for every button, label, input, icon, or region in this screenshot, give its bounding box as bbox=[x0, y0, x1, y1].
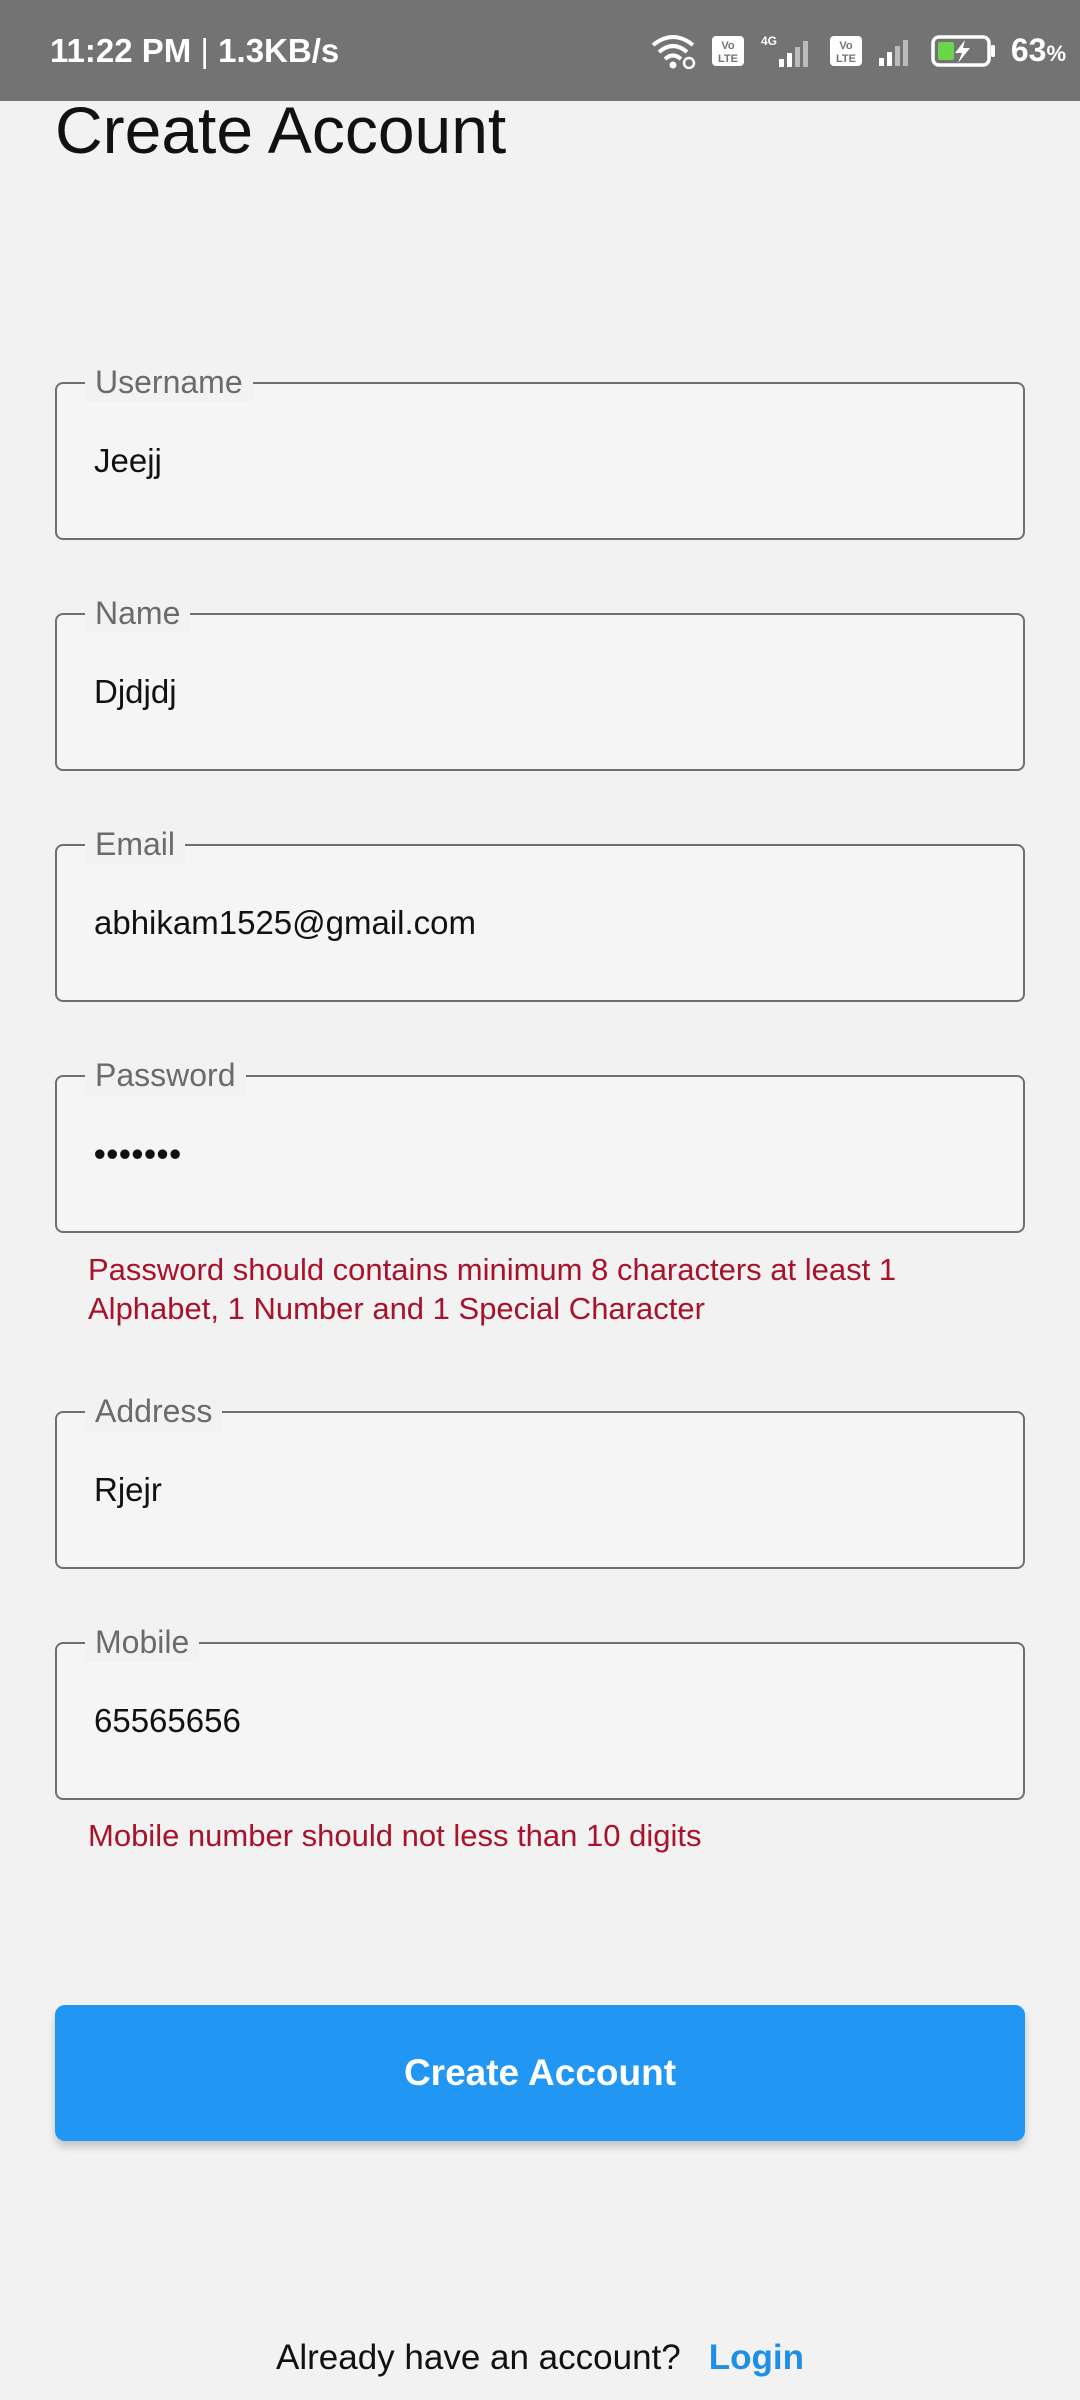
password-field[interactable]: Password ••••••• bbox=[55, 1055, 1025, 1233]
name-input[interactable]: Djdjdj bbox=[94, 670, 974, 714]
battery-charging-icon bbox=[931, 34, 997, 68]
login-prompt: Already have an account? Login bbox=[0, 2338, 1080, 2378]
status-separator: | bbox=[200, 31, 209, 69]
password-error-text: Password should contains minimum 8 chara… bbox=[88, 1252, 897, 1326]
signal-icon bbox=[877, 34, 917, 68]
login-link[interactable]: Login bbox=[709, 2338, 804, 2378]
page-title: Create Account bbox=[55, 93, 507, 167]
mobile-label: Mobile bbox=[85, 1622, 200, 1662]
username-label: Username bbox=[85, 362, 253, 402]
status-left: 11:22 PM | 1.3KB/s bbox=[50, 32, 339, 70]
email-label: Email bbox=[85, 824, 186, 864]
email-input[interactable]: abhikam1525@gmail.com bbox=[94, 901, 974, 945]
wifi-icon bbox=[649, 33, 697, 69]
status-bar: 11:22 PM | 1.3KB/s Vo LTE 4G Vo LTE 63% bbox=[0, 0, 1080, 101]
svg-text:LTE: LTE bbox=[718, 53, 738, 65]
volte-icon-2: Vo LTE bbox=[829, 35, 863, 67]
signal-4g-icon: 4G bbox=[759, 33, 815, 69]
address-field[interactable]: Address Rjejr bbox=[55, 1391, 1025, 1569]
svg-text:LTE: LTE bbox=[836, 53, 856, 65]
username-field[interactable]: Username Jeejj bbox=[55, 362, 1025, 540]
address-label: Address bbox=[85, 1391, 223, 1431]
email-field[interactable]: Email abhikam1525@gmail.com bbox=[55, 824, 1025, 1002]
password-input[interactable]: ••••••• bbox=[94, 1132, 974, 1176]
already-have-account-text: Already have an account? bbox=[276, 2338, 681, 2377]
svg-text:Vo: Vo bbox=[721, 40, 735, 52]
network-speed: 1.3KB/s bbox=[218, 31, 340, 69]
battery-percentage: 63% bbox=[1010, 32, 1066, 68]
volte-icon: Vo LTE bbox=[711, 35, 745, 67]
svg-text:4G: 4G bbox=[761, 34, 777, 48]
mobile-error-text: Mobile number should not less than 10 di… bbox=[88, 1818, 702, 1853]
create-account-button[interactable]: Create Account bbox=[55, 2005, 1025, 2141]
clock: 11:22 PM bbox=[50, 31, 192, 69]
status-icons: Vo LTE 4G Vo LTE 63% bbox=[649, 32, 1066, 69]
name-label: Name bbox=[85, 593, 191, 633]
password-label: Password bbox=[85, 1055, 246, 1095]
address-input[interactable]: Rjejr bbox=[94, 1468, 974, 1512]
name-field[interactable]: Name Djdjdj bbox=[55, 593, 1025, 771]
username-input[interactable]: Jeejj bbox=[94, 439, 974, 483]
mobile-field[interactable]: Mobile 65565656 bbox=[55, 1622, 1025, 1800]
svg-text:Vo: Vo bbox=[839, 40, 853, 52]
mobile-input[interactable]: 65565656 bbox=[94, 1699, 974, 1743]
